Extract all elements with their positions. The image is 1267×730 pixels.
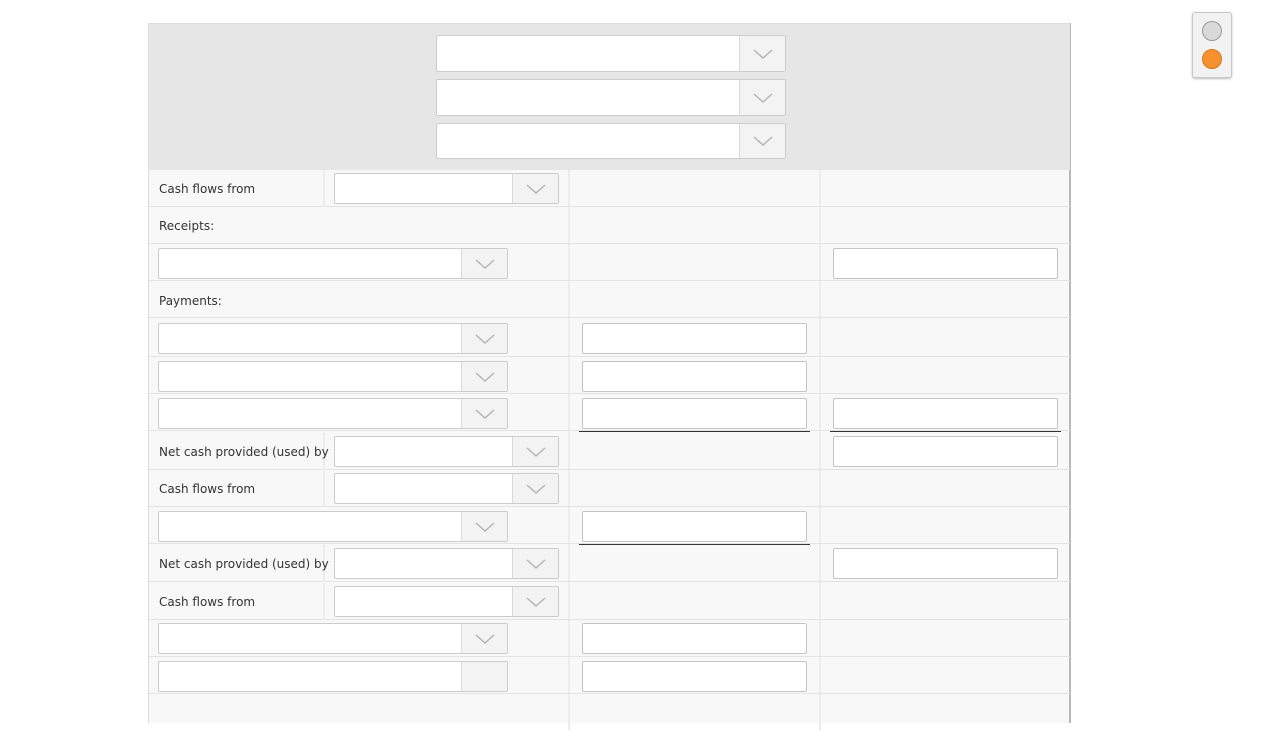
label-divider <box>323 170 325 207</box>
chevron-down-icon <box>526 446 545 457</box>
row-label: Receipts: <box>159 219 215 233</box>
table-row <box>149 507 1070 545</box>
receipt-total-input[interactable] <box>833 248 1058 279</box>
row-label: Cash flows from <box>159 482 256 496</box>
dropdown-toggle[interactable] <box>739 124 785 158</box>
table-row: Net cash provided (used) by <box>149 545 1070 582</box>
row-label: Net cash provided (used) by <box>159 557 329 571</box>
net-activity-select[interactable] <box>334 548 559 579</box>
dropdown-toggle[interactable] <box>461 324 507 353</box>
row-label: Payments: <box>159 294 222 308</box>
subtotal-underline <box>830 431 1061 432</box>
dropdown-toggle[interactable] <box>512 549 558 578</box>
table-row <box>149 394 1070 432</box>
table-row: Cash flows from <box>149 583 1070 620</box>
activity-type-select[interactable] <box>334 586 559 617</box>
receipt-item-select[interactable] <box>158 248 508 279</box>
statement-period-select[interactable] <box>436 123 786 159</box>
payment-amount-input[interactable] <box>582 323 807 354</box>
dropdown-toggle[interactable] <box>512 587 558 616</box>
payment-item-select[interactable] <box>158 361 508 392</box>
table-row: Cash flows from <box>149 470 1070 507</box>
payment-item-select[interactable] <box>158 398 508 429</box>
activity-type-select[interactable] <box>334 173 559 204</box>
cash-flow-worksheet: Cash flows from Receipts: Payments: Net … <box>148 23 1071 730</box>
net-cash-total-input[interactable] <box>833 436 1058 467</box>
dropdown-toggle[interactable] <box>461 624 507 653</box>
table-row: Cash flows from <box>149 170 1070 207</box>
label-divider <box>323 583 325 620</box>
dropdown-toggle[interactable] <box>512 437 558 466</box>
circle-active-icon[interactable] <box>1202 49 1222 69</box>
dropdown-toggle[interactable] <box>461 249 507 278</box>
chevron-down-icon <box>475 408 494 419</box>
chevron-down-icon <box>475 633 494 644</box>
label-divider <box>323 470 325 507</box>
chevron-down-icon <box>526 483 545 494</box>
payment-amount-input[interactable] <box>582 361 807 392</box>
chevron-down-icon <box>753 92 772 103</box>
dropdown-toggle[interactable] <box>461 512 507 541</box>
chevron-down-icon <box>526 183 545 194</box>
chevron-down-icon <box>475 333 494 344</box>
line-item-select[interactable] <box>158 511 508 542</box>
chevron-down-icon <box>475 521 494 532</box>
dropdown-toggle[interactable] <box>461 399 507 428</box>
line-item-select[interactable] <box>158 661 508 692</box>
table-row <box>149 620 1070 657</box>
payment-amount-input[interactable] <box>582 398 807 429</box>
line-item-amount-input[interactable] <box>582 623 807 654</box>
line-item-select[interactable] <box>158 623 508 654</box>
dropdown-toggle[interactable] <box>739 36 785 71</box>
activity-type-select[interactable] <box>334 473 559 504</box>
dropdown-toggle[interactable] <box>512 174 558 203</box>
table-row <box>149 657 1070 694</box>
dropdown-toggle[interactable] <box>461 662 507 691</box>
chevron-down-icon <box>526 596 545 607</box>
dropdown-toggle[interactable] <box>739 80 785 115</box>
statement-title-select[interactable] <box>436 79 786 116</box>
row-label: Cash flows from <box>159 595 256 609</box>
net-activity-select[interactable] <box>334 436 559 467</box>
dropdown-toggle[interactable] <box>512 474 558 503</box>
payments-total-input[interactable] <box>833 398 1058 429</box>
row-label: Net cash provided (used) by <box>159 445 329 459</box>
row-label: Cash flows from <box>159 182 256 196</box>
table-row: Net cash provided (used) by <box>149 433 1070 470</box>
chevron-down-icon <box>753 48 772 59</box>
net-cash-total-input[interactable] <box>833 548 1058 579</box>
line-item-amount-input[interactable] <box>582 661 807 692</box>
chevron-down-icon <box>753 136 772 147</box>
table-row <box>149 320 1070 357</box>
chevron-down-icon <box>526 558 545 569</box>
line-item-amount-input[interactable] <box>582 511 807 542</box>
statement-header <box>149 24 1070 170</box>
chevron-down-icon <box>475 258 494 269</box>
table-row: Payments: <box>149 281 1070 318</box>
circle-inactive-icon[interactable] <box>1202 21 1222 41</box>
table-row: Receipts: <box>149 207 1070 244</box>
company-name-select[interactable] <box>436 35 786 72</box>
table-row <box>149 244 1070 281</box>
subtotal-underline <box>579 431 810 432</box>
table-row <box>149 357 1070 394</box>
chevron-down-icon <box>475 371 494 382</box>
dropdown-toggle[interactable] <box>461 362 507 391</box>
payment-item-select[interactable] <box>158 323 508 354</box>
view-toggle[interactable] <box>1192 12 1232 78</box>
